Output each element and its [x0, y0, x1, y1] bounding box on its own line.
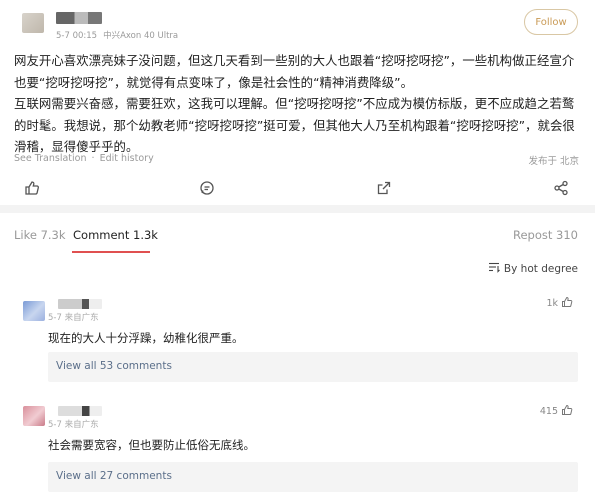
post-paragraph: 网友开心喜欢漂亮妹子没问题，但这几天看到一些别的大人也跟着“挖呀挖呀挖”，一些机…: [14, 53, 575, 90]
sort-toggle[interactable]: By hot degree: [488, 261, 578, 276]
comment-icon[interactable]: [199, 180, 215, 196]
post-meta: 5-7 00:15 中兴Axon 40 Ultra: [56, 29, 178, 41]
separator: ·: [91, 153, 95, 164]
post-paragraph: 互联网需要兴奋感，需要狂欢，这我可以理解。但“挖呀挖呀挖”不应成为模仿标版，更不…: [14, 96, 575, 154]
comment-text: 现在的大人十分浮躁，幼稚化很严重。: [48, 331, 244, 345]
sort-label: By hot degree: [503, 262, 578, 275]
avatar[interactable]: [23, 301, 45, 321]
active-tab-indicator: [72, 251, 150, 253]
view-all-replies-button[interactable]: View all 53 comments: [48, 352, 578, 382]
post-body: 网友开心喜欢漂亮妹子没问题，但这几天看到一些别的大人也跟着“挖呀挖呀挖”，一些机…: [14, 50, 584, 158]
tab-repost[interactable]: Repost 310: [513, 228, 578, 242]
post-header: 5-7 00:15 中兴Axon 40 Ultra Follow: [0, 0, 595, 41]
avatar[interactable]: [23, 406, 45, 426]
thumbs-up-icon: [561, 404, 573, 419]
edit-history-link[interactable]: Edit history: [100, 153, 154, 164]
tab-comment[interactable]: Comment 1.3k: [73, 228, 158, 242]
thumbs-up-icon: [561, 296, 573, 311]
post-timestamp: 5-7 00:15: [56, 31, 98, 41]
section-divider: [0, 205, 595, 213]
tab-like[interactable]: Like 7.3k: [14, 228, 66, 242]
post-footer: See Translation · Edit history 发布于 北京: [14, 153, 579, 167]
comment-like-count: 1k: [546, 298, 558, 309]
comment-like[interactable]: 1k: [546, 296, 573, 311]
see-translation-link[interactable]: See Translation: [14, 153, 87, 164]
author-name-redacted[interactable]: [56, 12, 102, 24]
repost-icon[interactable]: [376, 180, 392, 196]
thumbs-up-icon[interactable]: [24, 180, 40, 196]
comment-text: 社会需要宽容，但也要防止低俗无底线。: [48, 438, 255, 452]
comment-meta: 5-7 来自广东: [48, 313, 99, 323]
commenter-name-redacted[interactable]: [58, 299, 102, 309]
action-bar: [0, 176, 595, 202]
post-device: 中兴Axon 40 Ultra: [103, 31, 179, 41]
view-all-replies-button[interactable]: View all 27 comments: [48, 462, 578, 492]
share-icon[interactable]: [553, 180, 569, 196]
interaction-tabs: Like 7.3k Comment 1.3k Repost 310: [0, 213, 595, 255]
avatar[interactable]: [22, 13, 44, 33]
follow-button[interactable]: Follow: [524, 9, 578, 35]
commenter-name-redacted[interactable]: [58, 406, 102, 416]
comment-meta: 5-7 来自广东: [48, 420, 99, 430]
post-location: 发布于 北京: [528, 156, 579, 167]
comment-like-count: 415: [539, 406, 558, 417]
comment-like[interactable]: 415: [540, 404, 573, 419]
sort-icon: [488, 261, 500, 276]
